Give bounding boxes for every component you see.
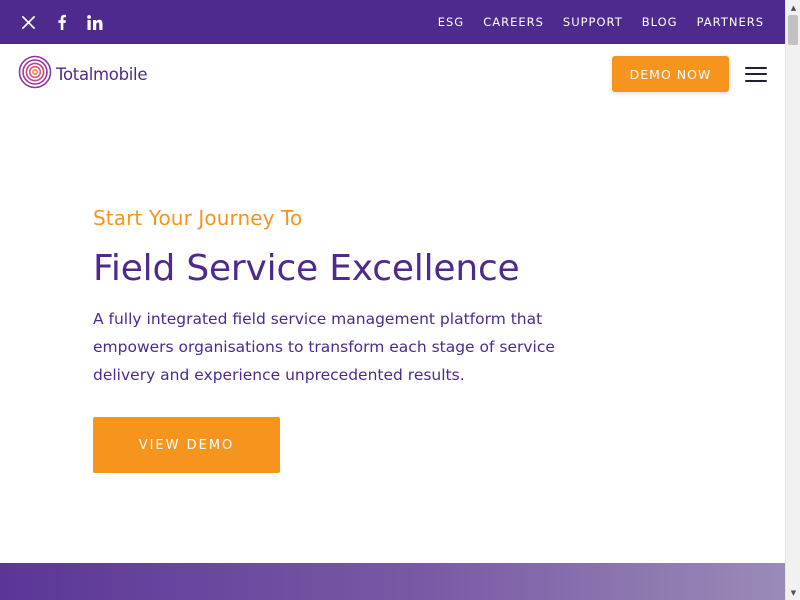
nav-link-blog[interactable]: BLOG: [642, 15, 678, 29]
nav-link-partners[interactable]: PARTNERS: [697, 15, 764, 29]
linkedin-icon[interactable]: [86, 14, 103, 31]
hero-description: A fully integrated field service managem…: [93, 310, 555, 384]
scroll-down-arrow-icon[interactable]: ▼: [786, 585, 800, 600]
top-utility-bar: ESG CAREERS SUPPORT BLOG PARTNERS: [0, 0, 785, 44]
next-section-band: [0, 563, 785, 600]
logo-mark-icon: [18, 55, 52, 93]
x-twitter-icon[interactable]: [20, 14, 37, 31]
main-header: Totalmobile DEMO NOW: [0, 44, 785, 104]
utility-nav: ESG CAREERS SUPPORT BLOG PARTNERS: [438, 15, 765, 29]
nav-link-careers[interactable]: CAREERS: [483, 15, 544, 29]
view-demo-button[interactable]: VIEW DEMO: [93, 417, 280, 473]
demo-now-button[interactable]: DEMO NOW: [612, 56, 729, 92]
social-links: [20, 14, 103, 31]
hero-section: Start Your Journey To Field Service Exce…: [93, 206, 573, 389]
hero-headline: Field Service Excellence: [93, 248, 520, 289]
logo[interactable]: Totalmobile: [18, 55, 148, 93]
nav-link-esg[interactable]: ESG: [438, 15, 464, 29]
scrollbar-thumb[interactable]: [788, 15, 798, 45]
header-actions: DEMO NOW: [612, 56, 767, 92]
nav-link-support[interactable]: SUPPORT: [563, 15, 623, 29]
facebook-icon[interactable]: [53, 14, 70, 31]
logo-text: Totalmobile: [56, 64, 148, 84]
hamburger-menu-icon[interactable]: [745, 66, 767, 82]
scroll-up-arrow-icon[interactable]: ▲: [786, 0, 800, 15]
page-scrollbar[interactable]: ▲ ▼: [785, 0, 800, 600]
hero-eyebrow: Start Your Journey To: [93, 206, 303, 230]
